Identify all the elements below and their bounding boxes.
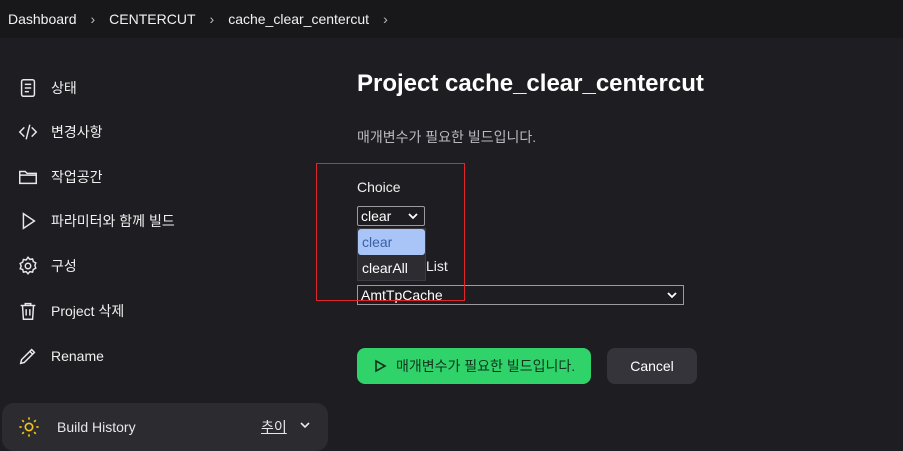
list-label: List bbox=[426, 258, 448, 274]
play-icon bbox=[375, 359, 387, 373]
sidebar-item-changes[interactable]: 변경사항 bbox=[17, 120, 103, 144]
folder-icon bbox=[19, 170, 37, 185]
choice-dropdown-list: clear clearAll bbox=[357, 228, 426, 281]
breadcrumb-dashboard[interactable]: Dashboard bbox=[0, 11, 77, 27]
build-history-title: Build History bbox=[57, 419, 136, 435]
chevron-right-icon: › bbox=[90, 11, 96, 27]
build-history-trend-link[interactable]: 추이 bbox=[261, 417, 287, 437]
chevron-right-icon[interactable]: › bbox=[369, 11, 402, 27]
choice-option-clearall[interactable]: clearAll bbox=[358, 255, 425, 281]
sidebar-item-build-with-params[interactable]: 파라미터와 함께 빌드 bbox=[17, 209, 175, 233]
breadcrumb-job[interactable]: cache_clear_centercut bbox=[228, 11, 369, 27]
sidebar-item-label: 상태 bbox=[51, 80, 77, 96]
choice-option-clear[interactable]: clear bbox=[358, 229, 425, 255]
sidebar-item-delete-project[interactable]: Project 삭제 bbox=[17, 299, 124, 323]
sidebar-item-rename[interactable]: Rename bbox=[17, 344, 104, 368]
play-icon bbox=[22, 212, 36, 230]
gear-icon bbox=[19, 256, 37, 275]
chevron-down-icon bbox=[667, 292, 677, 299]
build-button[interactable]: 매개변수가 필요한 빌드입니다. bbox=[357, 348, 591, 384]
sidebar-item-configure[interactable]: 구성 bbox=[17, 254, 77, 278]
sidebar-item-status[interactable]: 상태 bbox=[17, 76, 77, 100]
chevron-right-icon: › bbox=[209, 11, 215, 27]
breadcrumb-centercut[interactable]: CENTERCUT bbox=[109, 11, 195, 27]
build-button-label: 매개변수가 필요한 빌드입니다. bbox=[396, 358, 576, 374]
breadcrumb: Dashboard › CENTERCUT › cache_clear_cent… bbox=[0, 0, 903, 38]
code-icon bbox=[18, 124, 38, 140]
choice-label: Choice bbox=[357, 179, 401, 195]
sidebar-item-workspace[interactable]: 작업공간 bbox=[17, 165, 103, 189]
pencil-icon bbox=[19, 348, 36, 365]
sidebar-item-label: Rename bbox=[51, 348, 104, 364]
sidebar-item-label: 변경사항 bbox=[51, 124, 103, 140]
trash-icon bbox=[20, 302, 36, 320]
sidebar-item-label: 파라미터와 함께 빌드 bbox=[51, 213, 175, 229]
chevron-down-icon[interactable] bbox=[298, 418, 312, 432]
sun-icon bbox=[19, 417, 39, 437]
list-select[interactable]: AmtTpCache bbox=[357, 285, 684, 305]
choice-select[interactable]: clear bbox=[357, 206, 425, 226]
sidebar-item-label: 구성 bbox=[51, 258, 77, 274]
chevron-down-icon bbox=[408, 213, 418, 220]
choice-select-value: clear bbox=[361, 208, 392, 224]
page-description: 매개변수가 필요한 빌드입니다. bbox=[357, 129, 537, 145]
list-select-value: AmtTpCache bbox=[361, 287, 443, 303]
build-history-panel: Build History 추이 bbox=[2, 403, 328, 451]
sidebar-item-label: Project 삭제 bbox=[51, 303, 125, 319]
page-title: Project cache_clear_centercut bbox=[357, 70, 704, 97]
cancel-button[interactable]: Cancel bbox=[607, 348, 697, 384]
sidebar-item-label: 작업공간 bbox=[51, 169, 103, 185]
document-icon bbox=[20, 79, 36, 97]
